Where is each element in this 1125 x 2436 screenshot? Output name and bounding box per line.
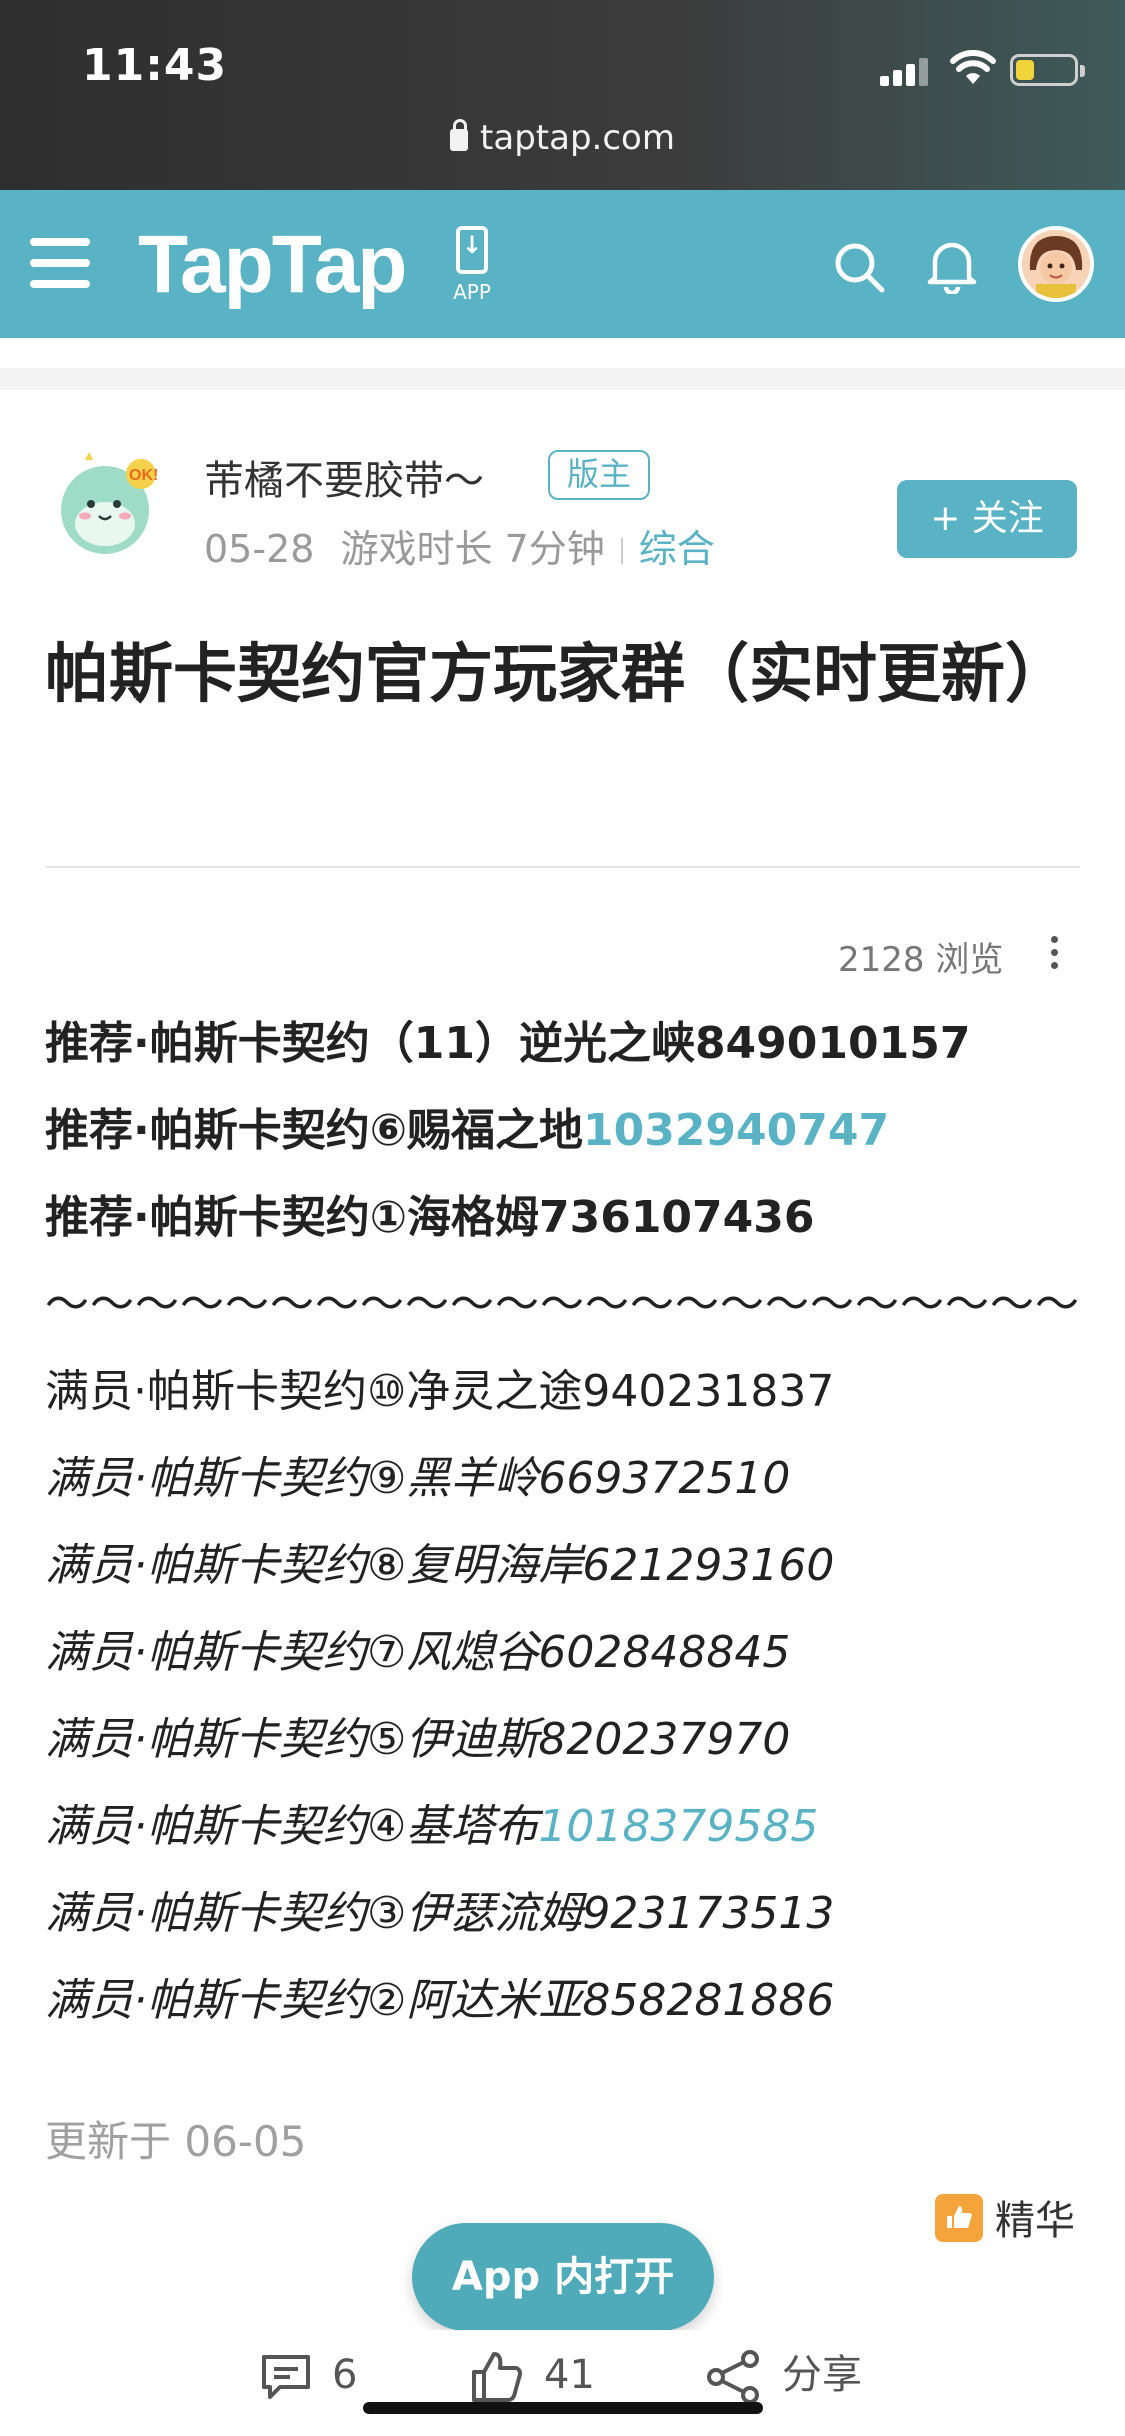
wifi-icon	[950, 50, 996, 84]
group-line-text: 满员·帕斯卡契约④基塔布	[45, 1801, 539, 1852]
author-avatar[interactable]: OK!	[45, 438, 170, 563]
essence-tag: 精华	[935, 2188, 1075, 2246]
like-action[interactable]: 41	[468, 2340, 595, 2410]
group-line: 满员·帕斯卡契约⑦风熄谷602848845	[45, 1609, 1085, 1696]
lock-icon	[450, 119, 469, 151]
group-line: 满员·帕斯卡契约⑨黑羊岭669372510	[45, 1435, 1085, 1522]
separator-line: ～～～～～～～～～～～～～～～～～～～～～～～	[45, 1261, 1085, 1348]
status-time: 11:43	[82, 40, 228, 91]
comment-count: 6	[332, 2352, 358, 2398]
status-bar: 11:43 taptap.com	[0, 0, 1125, 190]
group-line: 推荐·帕斯卡契约①海格姆736107436	[45, 1174, 1085, 1261]
group-line-text: 满员·帕斯卡契约⑧复明海岸621293160	[45, 1540, 835, 1591]
section-divider	[0, 338, 1125, 390]
home-indicator	[363, 2402, 763, 2414]
ok-sticker: OK!	[129, 467, 158, 484]
follow-button[interactable]: + 关注	[897, 480, 1077, 558]
title-divider	[45, 866, 1080, 868]
group-line: 推荐·帕斯卡契约⑥赐福之地1032940747	[45, 1087, 1085, 1174]
group-line-text: 推荐·帕斯卡契约①海格姆736107436	[45, 1192, 815, 1243]
author-name[interactable]: 芾橘不要胶带～	[204, 448, 484, 506]
bottom-action-bar: 6 41 分享	[0, 2330, 1125, 2436]
group-line-text: 满员·帕斯卡契约⑩净灵之途940231837	[45, 1366, 835, 1417]
group-line-text: 满员·帕斯卡契约②阿达米亚858281886	[45, 1975, 835, 2026]
group-line-text: 满员·帕斯卡契约③伊瑟流姆923173513	[45, 1888, 835, 1939]
top-navbar: TapTap APP	[0, 190, 1125, 338]
menu-icon[interactable]	[30, 238, 90, 290]
phone-download-icon	[456, 226, 488, 274]
group-line: 满员·帕斯卡契约⑩净灵之途940231837	[45, 1348, 1085, 1435]
comment-icon	[262, 2355, 310, 2399]
share-label: 分享	[782, 2352, 862, 2398]
group-line-text: 满员·帕斯卡契约⑨黑羊岭669372510	[45, 1453, 791, 1504]
group-line-text: 推荐·帕斯卡契约（11）逆光之峡849010157	[45, 1018, 971, 1069]
meta-separator	[620, 538, 623, 564]
search-icon[interactable]	[832, 240, 886, 294]
group-line: 推荐·帕斯卡契约（11）逆光之峡849010157	[45, 1000, 1085, 1087]
more-options-icon[interactable]	[1048, 936, 1060, 970]
group-line-text: 推荐·帕斯卡契约⑥赐福之地	[45, 1105, 583, 1156]
url-text: taptap.com	[480, 118, 675, 158]
comment-action[interactable]: 6	[258, 2340, 357, 2410]
post-title: 帕斯卡契约官方玩家群（实时更新）	[45, 638, 1069, 712]
category-link[interactable]: 综合	[639, 527, 715, 571]
taptap-logo[interactable]: TapTap	[138, 218, 407, 312]
group-number-link[interactable]: 1032940747	[583, 1105, 889, 1156]
group-line: 满员·帕斯卡契约③伊瑟流姆923173513	[45, 1870, 1085, 1957]
battery-icon	[1010, 54, 1085, 86]
group-line-text: 满员·帕斯卡契约⑦风熄谷602848845	[45, 1627, 791, 1678]
app-label: APP	[453, 280, 491, 304]
post-body: 推荐·帕斯卡契约（11）逆光之峡849010157 推荐·帕斯卡契约⑥赐福之地10…	[45, 1000, 1085, 2044]
group-line-text: 满员·帕斯卡契约⑤伊迪斯820237970	[45, 1714, 791, 1765]
share-action[interactable]: 分享	[704, 2340, 862, 2410]
like-count: 41	[544, 2352, 595, 2398]
group-line: 满员·帕斯卡契约⑤伊迪斯820237970	[45, 1696, 1085, 1783]
share-icon	[707, 2350, 759, 2404]
group-line-text: ～～～～～～～～～～～～～～～～～～～～～～～	[45, 1279, 1080, 1330]
view-count: 2128 浏览	[838, 940, 1004, 980]
user-avatar[interactable]	[1018, 226, 1094, 302]
post-date: 05-28	[204, 527, 315, 571]
group-line: 满员·帕斯卡契约⑧复明海岸621293160	[45, 1522, 1085, 1609]
group-line: 满员·帕斯卡契约④基塔布1018379585	[45, 1783, 1085, 1870]
open-in-app-button[interactable]: App 内打开	[412, 2223, 714, 2331]
group-line: 满员·帕斯卡契约②阿达米亚858281886	[45, 1957, 1085, 2044]
thumbs-up-icon	[472, 2352, 522, 2402]
app-download-button[interactable]: APP	[448, 226, 496, 306]
address-bar[interactable]: taptap.com	[0, 118, 1125, 158]
bell-icon[interactable]	[925, 236, 979, 294]
group-number-link[interactable]: 1018379585	[538, 1801, 818, 1852]
essence-label: 精华	[995, 2198, 1075, 2244]
play-time: 游戏时长 7分钟	[340, 527, 605, 571]
signal-icon	[880, 56, 932, 86]
thumbs-up-badge-icon	[935, 2194, 983, 2242]
avatar-image	[1022, 230, 1090, 298]
moderator-badge: 版主	[548, 450, 650, 500]
post-meta: 05-28 游戏时长 7分钟 综合	[204, 518, 715, 573]
updated-date: 更新于 06-05	[45, 2117, 307, 2166]
